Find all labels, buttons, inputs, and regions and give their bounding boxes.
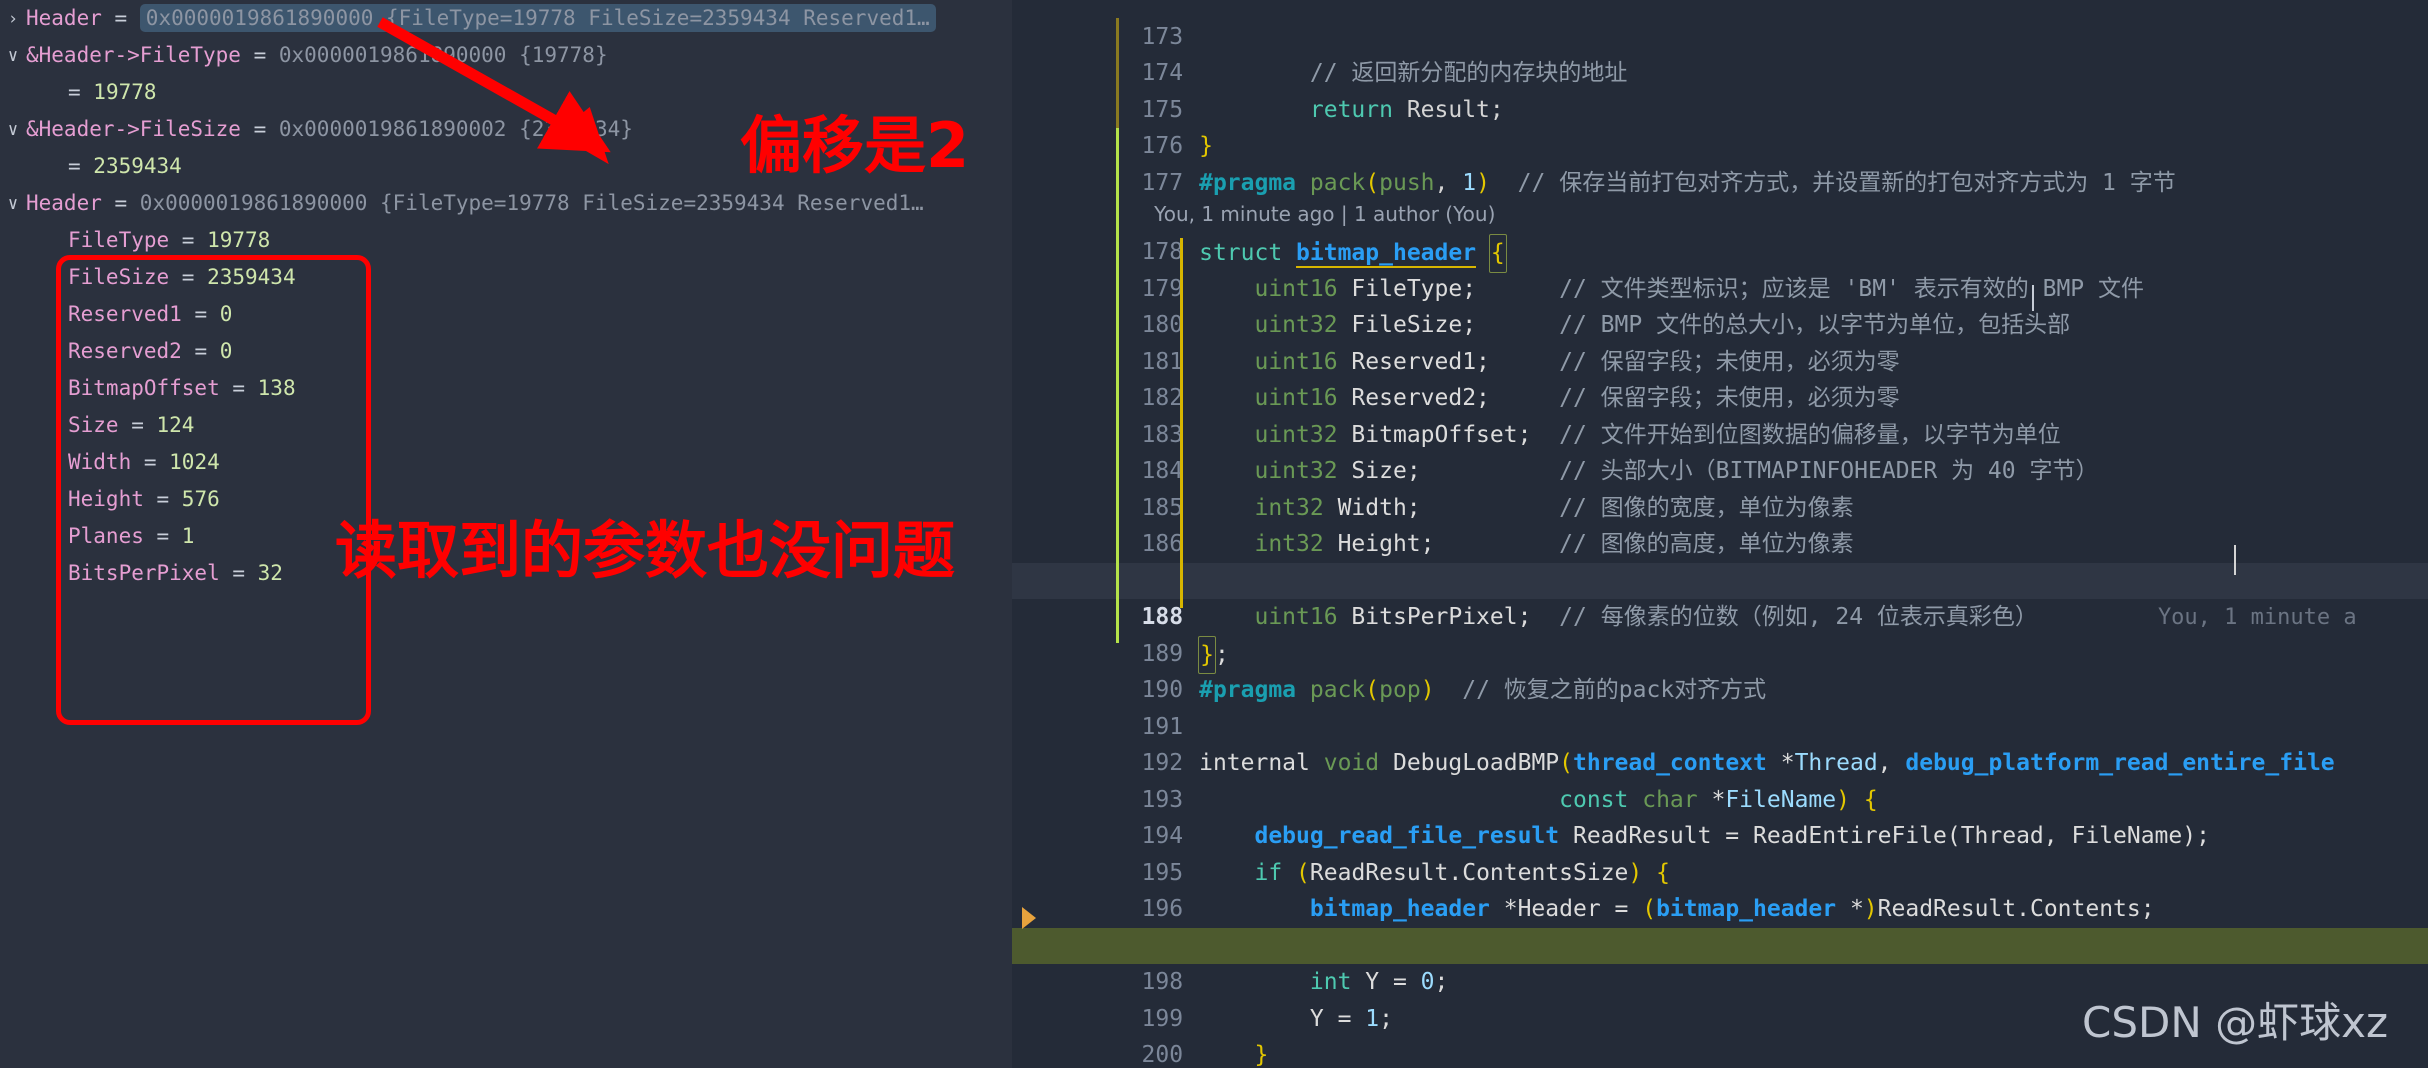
watch-equals: = bbox=[101, 191, 140, 215]
member-equals: = bbox=[131, 450, 170, 474]
code-line[interactable]: 193 const char *FileName) { bbox=[1012, 745, 2428, 813]
text-caret bbox=[2234, 545, 2236, 575]
member-name: Planes bbox=[68, 524, 144, 548]
member-value: 32 bbox=[257, 561, 283, 585]
watch-member-row[interactable]: Size = 124 bbox=[0, 407, 1012, 444]
chevron-down-icon[interactable]: ∨ bbox=[0, 186, 26, 223]
breakpoint-icon[interactable] bbox=[1022, 907, 1036, 929]
member-value: 2359434 bbox=[207, 265, 296, 289]
member-value: 19778 bbox=[207, 228, 271, 252]
watch-name: &Header->FileSize bbox=[26, 117, 241, 141]
member-name: BitsPerPixel bbox=[68, 561, 220, 585]
code-line[interactable]: 182 uint16 Reserved2; // 保留字段；未使用，必须为零 bbox=[1012, 344, 2428, 411]
member-value: 124 bbox=[156, 413, 195, 437]
screenshot-root: › Header = 0x0000019861890000 {FileType=1… bbox=[0, 0, 2428, 1068]
code-line[interactable]: 179 uint16 FileType; // 文件类型标识；应该是 'BM' … bbox=[1012, 234, 2428, 302]
code-line[interactable]: 173 bbox=[1012, 0, 2428, 50]
watch-member-row[interactable]: BitmapOffset = 138 bbox=[0, 370, 1012, 407]
member-value: 138 bbox=[257, 376, 296, 400]
watch-member-row[interactable]: Reserved2 = 0 bbox=[0, 333, 1012, 370]
code-line[interactable]: 175 return Result; bbox=[1012, 55, 2428, 123]
member-equals: = bbox=[143, 487, 182, 511]
chevron-down-icon[interactable]: ∨ bbox=[0, 112, 26, 149]
member-equals: = bbox=[143, 524, 182, 548]
code-line[interactable]: 195 if (ReadResult.ContentsSize) { bbox=[1012, 818, 2428, 886]
member-value: 0 bbox=[219, 339, 233, 363]
member-value: 1 bbox=[181, 524, 195, 548]
code-line[interactable]: 189}; bbox=[1012, 599, 2428, 674]
code-line[interactable]: 178 struct bitmap_header { bbox=[1012, 198, 2428, 273]
watch-member-row[interactable]: Width = 1024 bbox=[0, 444, 1012, 481]
watch-member-row[interactable]: FileSize = 2359434 bbox=[0, 259, 1012, 296]
chevron-right-icon[interactable]: › bbox=[0, 1, 26, 38]
annotation-red-arrow bbox=[377, 17, 611, 165]
member-name: Width bbox=[68, 450, 132, 474]
watch-equals: = bbox=[240, 117, 279, 141]
code-line[interactable]: 187 uint16 Planes; // 颜色平面数，必须为 1 bbox=[1012, 526, 2428, 594]
watch-name: Header bbox=[26, 6, 102, 30]
watch-row[interactable]: ∨ Header = 0x0000019861890000 {FileType=1… bbox=[0, 185, 1012, 222]
code-line[interactable]: 197 (void)Header; bbox=[1012, 891, 2428, 959]
code-line-breakpoint[interactable]: 198 int Y = 0; bbox=[1012, 927, 2428, 995]
watch-value[interactable]: 0x0000019861890000 {FileType=19778 FileS… bbox=[140, 191, 924, 215]
code-lens[interactable]: You, 1 minute ago | 1 author (You) bbox=[1012, 165, 2428, 226]
member-equals: = bbox=[118, 413, 157, 437]
mouse-ibeam-cursor bbox=[2032, 285, 2034, 311]
member-name: Size bbox=[68, 413, 119, 437]
annotation-offset-text: 偏移是2 bbox=[740, 109, 970, 182]
member-equals: = bbox=[181, 339, 220, 363]
scope-guide bbox=[1180, 238, 1183, 608]
member-equals: = bbox=[219, 376, 258, 400]
watch-child-value: 2359434 bbox=[93, 154, 182, 178]
code-line[interactable]: 181 uint16 Reserved1; // 保留字段；未使用，必须为零 bbox=[1012, 307, 2428, 375]
code-line[interactable]: 185 int32 Width; // 图像的宽度，单位为像素 bbox=[1012, 453, 2428, 521]
watch-member-row[interactable]: FileType = 19778 bbox=[0, 222, 1012, 259]
code-line[interactable]: 183 uint32 BitmapOffset; // 文件开始到位图数据的偏移… bbox=[1012, 380, 2428, 448]
watch-name: &Header->FileType bbox=[26, 43, 241, 67]
code-line[interactable]: 191 bbox=[1012, 672, 2428, 740]
member-name: Reserved1 bbox=[68, 302, 182, 326]
code-line[interactable]: 192 internal void DebugLoadBMP(thread_con… bbox=[1012, 709, 2428, 776]
code-line[interactable]: 194 debug_read_file_result ReadResult = … bbox=[1012, 782, 2428, 849]
scope-guide bbox=[1116, 18, 1119, 128]
code-line[interactable]: 177 #pragma pack(push, 1) // 保存当前打包对齐方式，并… bbox=[1012, 128, 2428, 196]
code-line[interactable]: 190 #pragma pack(pop) // 恢复之前的pack对齐方式 bbox=[1012, 636, 2428, 703]
code-line[interactable]: 180 uint32 FileSize; // BMP 文件的总大小，以字节为单… bbox=[1012, 271, 2428, 338]
chevron-down-icon[interactable]: ∨ bbox=[0, 38, 26, 75]
member-value: 576 bbox=[181, 487, 220, 511]
code-line[interactable]: 186 int32 Height; // 图像的高度，单位为像素 bbox=[1012, 490, 2428, 557]
watch-child-value: 19778 bbox=[93, 80, 157, 104]
annotation-params-text: 读取到的参数也没问题 bbox=[335, 514, 956, 587]
code-line[interactable]: 176} bbox=[1012, 92, 2428, 159]
code-line[interactable]: 174 // 返回新分配的内存块的地址 bbox=[1012, 19, 2428, 86]
watch-member-row[interactable]: Reserved1 = 0 bbox=[0, 296, 1012, 333]
code-line[interactable]: 196 bitmap_header *Header = (bitmap_head… bbox=[1012, 855, 2428, 922]
member-equals: = bbox=[169, 265, 208, 289]
watch-child-equals: = bbox=[68, 80, 94, 104]
watch-name: Header bbox=[26, 191, 102, 215]
member-name: FileSize bbox=[68, 265, 170, 289]
watch-child-equals: = bbox=[68, 154, 94, 178]
watch-equals: = bbox=[240, 43, 279, 67]
member-name: Reserved2 bbox=[68, 339, 182, 363]
member-name: Height bbox=[68, 487, 144, 511]
member-value: 1024 bbox=[169, 450, 220, 474]
member-value: 0 bbox=[219, 302, 233, 326]
watch-equals: = bbox=[101, 6, 140, 30]
member-name: FileType bbox=[68, 228, 170, 252]
scope-guide bbox=[1116, 128, 1119, 643]
code-line[interactable]: 184 uint32 Size; // 头部大小（BITMAPINFOHEADE… bbox=[1012, 417, 2428, 484]
member-equals: = bbox=[169, 228, 208, 252]
member-equals: = bbox=[181, 302, 220, 326]
member-name: BitmapOffset bbox=[68, 376, 220, 400]
csdn-watermark: CSDN @虾球xz bbox=[2082, 998, 2388, 1047]
member-equals: = bbox=[219, 561, 258, 585]
code-editor[interactable]: 173 174 // 返回新分配的内存块的地址 175 return Resul… bbox=[1012, 0, 2428, 1068]
code-line-active[interactable]: 188 uint16 BitsPerPixel; // 每像素的位数（例如, 2… bbox=[1012, 562, 2428, 630]
